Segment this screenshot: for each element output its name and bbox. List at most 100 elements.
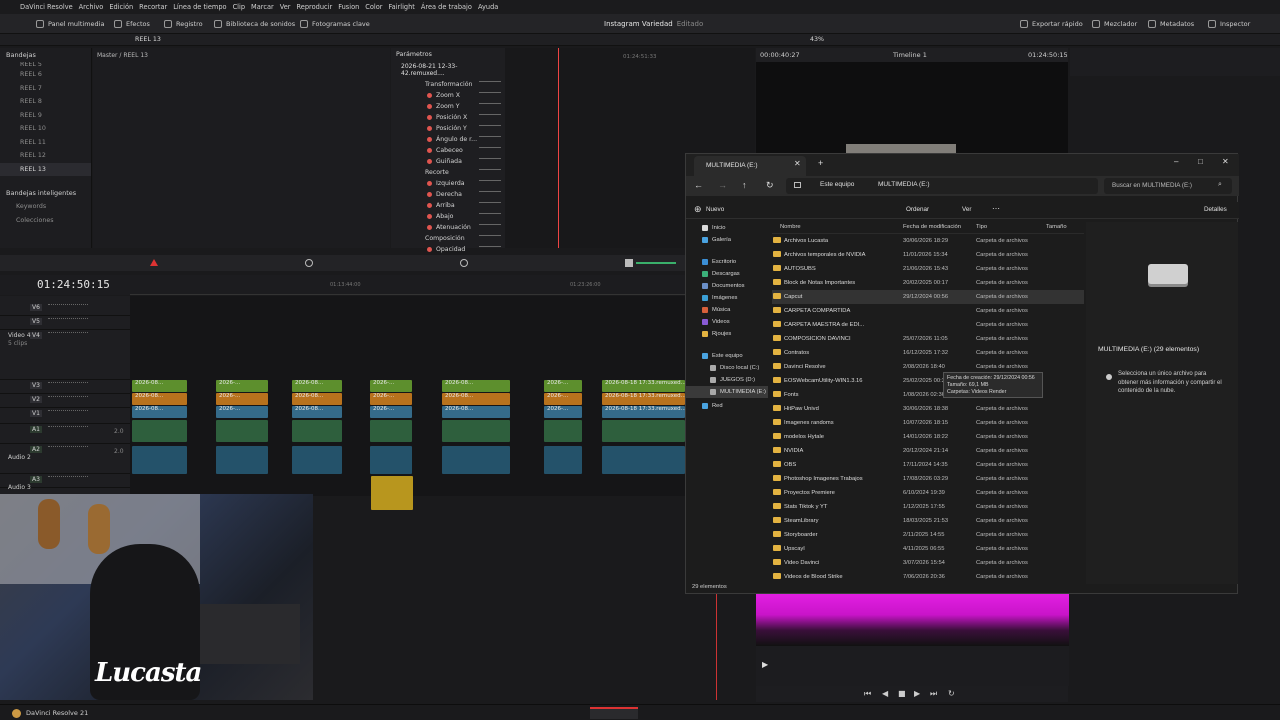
minimize-icon[interactable]: – [1174,157,1178,166]
file-row[interactable]: Photoshop Imagenes Trabajos 17/08/2026 03… [772,472,1084,486]
nav-item[interactable]: Disco local (C:) [686,362,768,374]
timeline-clip[interactable] [370,420,412,442]
skip-forward-icon[interactable]: ⏭ [930,689,937,699]
timeline-clip[interactable]: 2026-... [544,380,582,392]
timeline-clip[interactable]: 2026-... [216,380,268,392]
file-row[interactable]: Stats Tiktok y YT 1/12/2025 17:55 Carpeta … [772,500,1084,514]
timeline-clip[interactable] [544,446,582,474]
param-controls[interactable] [479,246,501,252]
param-controls[interactable] [479,213,501,219]
viewer-zoom[interactable]: 43% [810,36,824,43]
param-row[interactable]: Posición X [391,112,505,123]
file-row[interactable]: COMPOSICION DAVINCI 25/07/2026 11:05 Carpe… [772,332,1084,346]
param-row[interactable]: Izquierda [391,178,505,189]
param-row[interactable]: Composición [391,233,505,244]
track-header[interactable]: V4 Video 45 clips [0,330,130,380]
smart-bins-header[interactable]: Bandejas inteligentes [0,186,91,200]
timeline-clip[interactable]: 2026-08... [442,380,510,392]
menu-help[interactable]: Ayuda [478,3,498,11]
timeline-clip[interactable]: 2026-08... [132,380,187,392]
timeline-clip[interactable]: 2026-... [370,380,412,392]
timeline-clip[interactable] [544,420,582,442]
inspector-button[interactable]: Inspector [1208,18,1250,30]
media-pool-button[interactable]: Panel multimedia [36,18,104,30]
menu-fairlight[interactable]: Fairlight [389,3,415,11]
timeline-clip[interactable] [442,420,510,442]
param-controls[interactable] [479,125,501,131]
timeline-clip[interactable]: 2026-08... [292,393,342,405]
timeline-clip[interactable] [371,476,413,510]
volume-icon[interactable] [625,259,633,267]
timeline-clip[interactable] [370,446,412,474]
track-controls[interactable] [48,382,88,389]
viewer-scrub-area[interactable]: ▶ [756,646,1069,686]
param-controls[interactable] [479,180,501,186]
edit-page-tab[interactable] [590,707,638,719]
bin-reel-9[interactable]: REEL 9 [0,109,91,123]
nav-item[interactable]: Escritorio [686,256,768,268]
param-row[interactable]: Arriba [391,200,505,211]
timeline-clip[interactable]: 2026-08... [132,393,187,405]
timeline-ruler[interactable]: 01:13:44:00 01:23:26:00 [130,275,685,295]
param-controls[interactable] [479,103,501,109]
track-header[interactable]: V6 [0,302,130,316]
nav-item[interactable]: Inicio [686,222,768,234]
timeline-clip[interactable] [132,420,187,442]
timeline-clip[interactable]: 2026-... [216,393,268,405]
mixer-button[interactable]: Mezclador [1092,18,1137,30]
video-viewer[interactable] [756,62,1068,154]
param-controls[interactable] [479,136,501,142]
nav-item[interactable]: JUEGOS (D:) [686,374,768,386]
play-icon[interactable]: ▶ [914,689,920,698]
file-row[interactable]: Storyboarder 2/11/2025 14:55 Carpeta de ar… [772,528,1084,542]
bin-reel-10[interactable]: REEL 10 [0,122,91,136]
close-tab-icon[interactable]: ✕ [794,159,801,168]
track-controls[interactable] [48,476,88,483]
col-size[interactable]: Tamaño [1046,224,1067,230]
file-row[interactable]: Contratos 16/12/2025 17:32 Carpeta de arch… [772,346,1084,360]
timeline-clip[interactable]: 2026-... [370,393,412,405]
track-header[interactable]: V5 [0,316,130,330]
nav-item[interactable]: Música [686,304,768,316]
timeline-clip[interactable]: 2026-08-18 17:33.remuxed... [602,406,685,418]
timeline-clip[interactable]: 2026-08-18 17:33.remuxed... [602,393,685,405]
timeline-clip[interactable] [292,420,342,442]
param-row[interactable]: Abajo [391,211,505,222]
nav-item[interactable]: Galería [686,234,768,246]
timeline-clip[interactable] [292,446,342,474]
file-row[interactable]: CARPETA COMPARTIDA Carpeta de archivos [772,304,1084,318]
keyframes-button[interactable]: Fotogramas clave [300,18,370,30]
col-name[interactable]: Nombre [780,224,801,230]
menu-trim[interactable]: Recortar [139,3,167,11]
stop-icon[interactable]: ■ [898,689,906,698]
timeline-clip[interactable] [602,420,685,442]
menu-mark[interactable]: Marcar [251,3,274,11]
quick-export-button[interactable]: Exportar rápido [1020,18,1083,30]
timeline-clip[interactable]: 2026-... [544,406,582,418]
track-header[interactable]: V1 [0,408,130,424]
timeline-clip[interactable] [216,420,268,442]
bin-reel-12[interactable]: REEL 12 [0,149,91,163]
file-row[interactable]: Imagenes randoms 10/07/2026 18:15 Carpeta … [772,416,1084,430]
metadata-button[interactable]: Metadatos [1148,18,1194,30]
path-segment[interactable]: Este equipo [820,181,854,188]
menu-davinci[interactable]: DaVinci Resolve [20,3,73,11]
file-row[interactable]: Block de Notas Importantes 20/02/2025 00:… [772,276,1084,290]
timeline-clip[interactable]: 2026-08... [292,380,342,392]
timeline-clip[interactable]: 2026-08... [132,406,187,418]
explorer-search[interactable]: Buscar en MULTIMEDIA (E:) ⌕ [1104,178,1232,194]
param-row[interactable]: Cabeceo [391,145,505,156]
bin-reel-8[interactable]: REEL 8 [0,95,91,109]
param-row[interactable]: Posición Y [391,123,505,134]
forward-icon[interactable]: → [718,180,727,190]
inspector-tabs[interactable] [1070,48,1280,76]
view-button[interactable]: Ver [962,206,971,213]
reverse-play-icon[interactable]: ◀ [882,689,888,698]
param-controls[interactable] [479,235,501,241]
maximize-icon[interactable]: □ [1198,157,1203,166]
nav-item[interactable]: Videos [686,316,768,328]
param-row[interactable]: Atenuación [391,222,505,233]
menu-edit[interactable]: Edición [109,3,133,11]
bin-reel-6[interactable]: REEL 6 [0,68,91,82]
bin-reel-11[interactable]: REEL 11 [0,136,91,150]
